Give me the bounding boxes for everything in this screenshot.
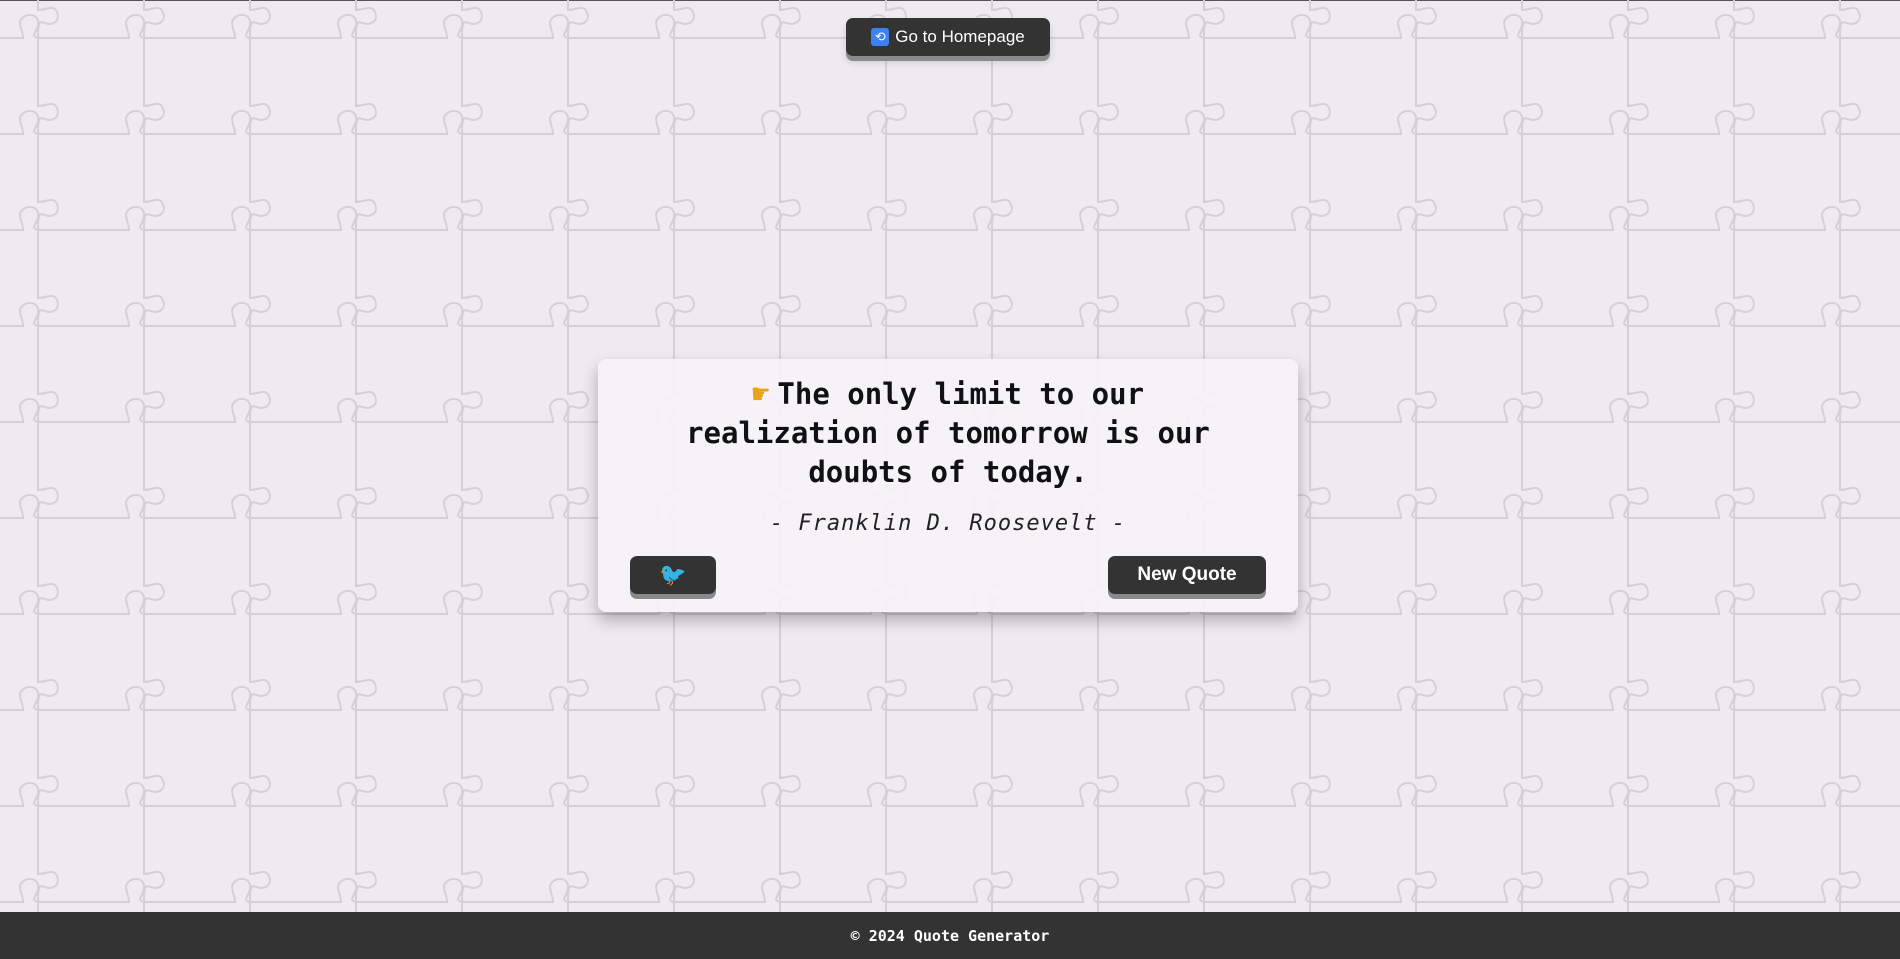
tweet-button[interactable]: 🐦 xyxy=(630,556,716,594)
go-to-homepage-label: Go to Homepage xyxy=(895,27,1025,46)
quote-author: - Franklin D. Roosevelt - xyxy=(769,511,1127,536)
pointing-hand-icon: ☛ xyxy=(751,377,770,411)
go-to-homepage-button[interactable]: ⟲ Go to Homepage xyxy=(846,18,1050,56)
footer-copyright: © 2024 Quote Generator xyxy=(850,926,1050,945)
footer: © 2024 Quote Generator xyxy=(0,912,1900,959)
back-arrow-icon: ⟲ xyxy=(871,28,890,46)
quote-text-container: ☛ The only limit to our realization of to… xyxy=(658,375,1238,492)
twitter-bird-icon: 🐦 xyxy=(659,562,687,587)
quote-card: ☛ The only limit to our realization of to… xyxy=(598,359,1298,612)
new-quote-button[interactable]: New Quote xyxy=(1108,556,1266,594)
